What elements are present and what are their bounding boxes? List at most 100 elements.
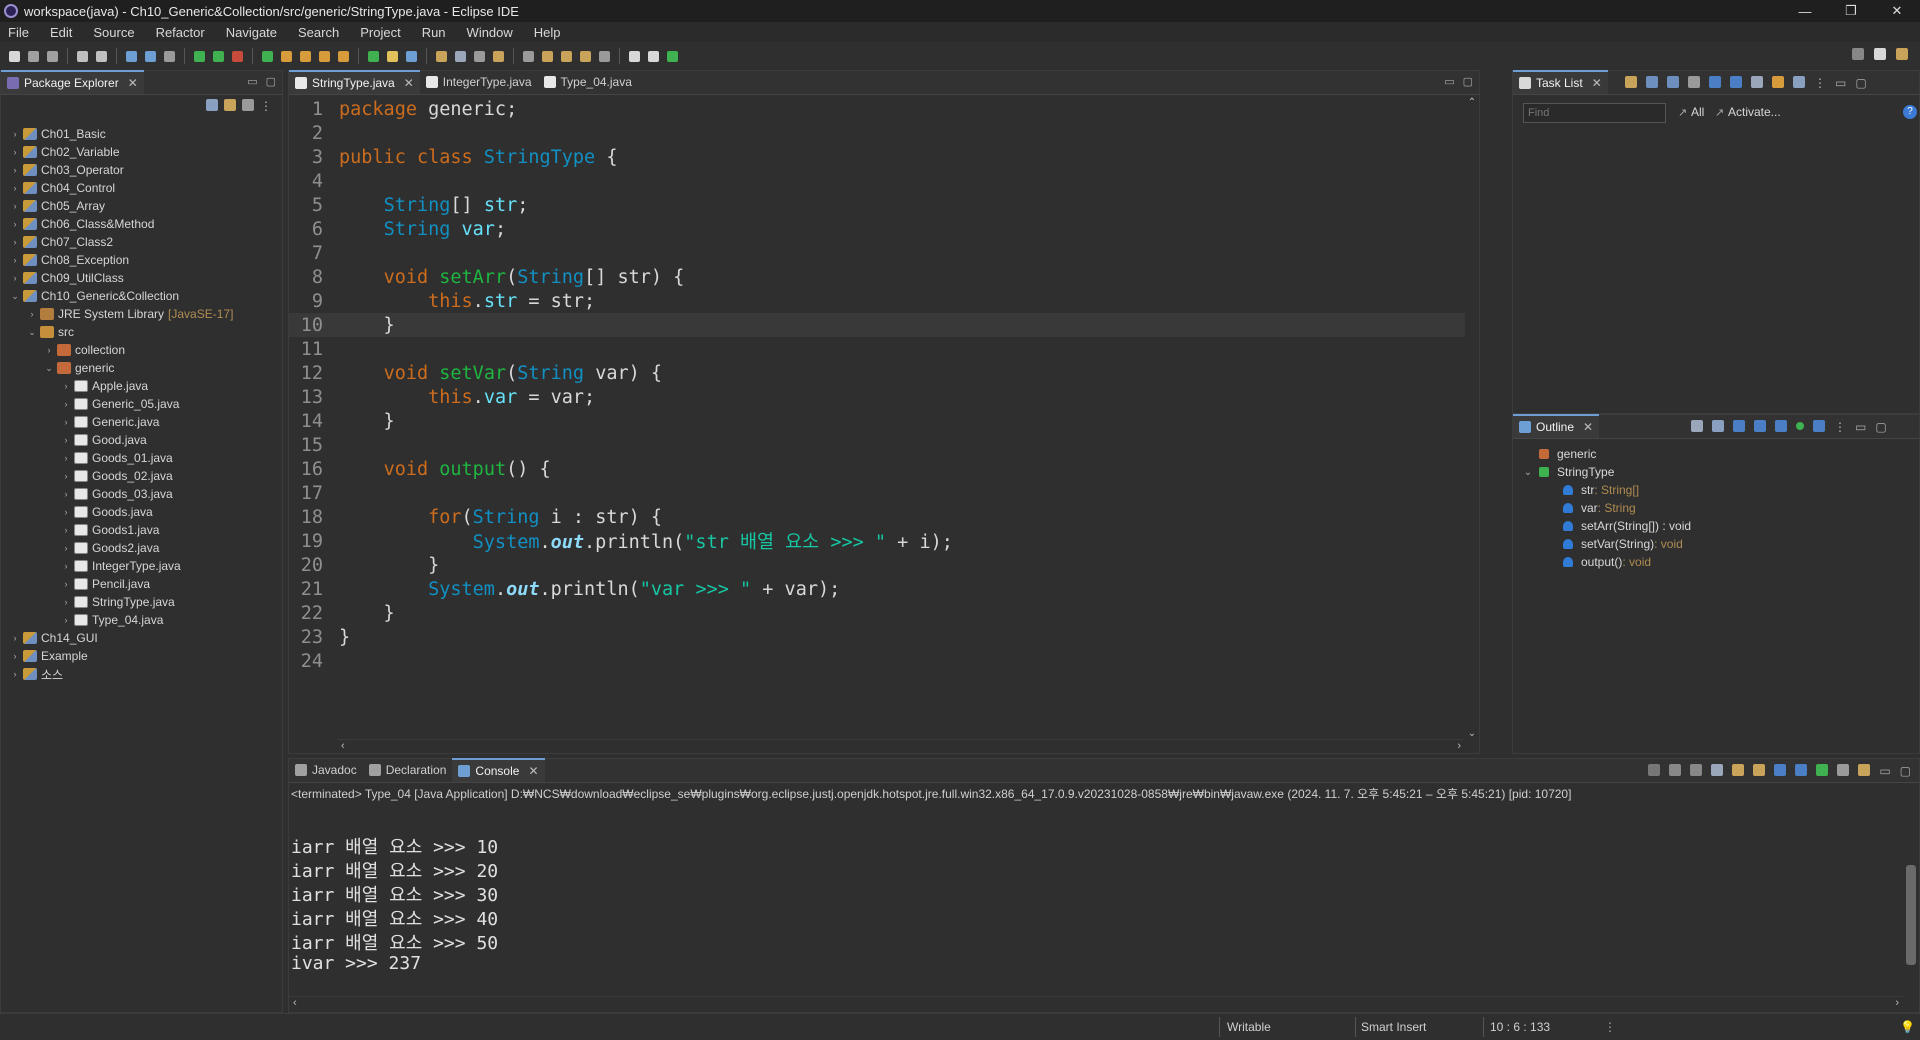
tab-stringtype-java[interactable]: StringType.java ✕ [289,70,420,94]
view-menu-icon[interactable]: ⋮ [260,99,272,113]
sort-icon[interactable] [1730,76,1742,88]
menu-navigate[interactable]: Navigate [226,25,277,40]
outline-item[interactable]: str : String[] [1513,481,1919,499]
chevron-right-icon[interactable]: › [9,129,21,139]
menu-refactor[interactable]: Refactor [156,25,205,40]
java-perspective-icon[interactable] [1896,48,1908,60]
view-menu-icon[interactable]: ⋮ [1834,420,1846,434]
chevron-right-icon[interactable]: › [60,615,72,625]
code-line[interactable]: 3 public class StringType { [289,145,1465,169]
tree-folder[interactable]: › collection [1,341,282,359]
vertical-scrollbar[interactable]: ⌃ ⌄ [1465,97,1479,739]
chevron-right-icon[interactable]: › [9,669,21,679]
collapse-all-icon[interactable] [1751,76,1763,88]
tree-project[interactable]: › Ch07_Class2 [1,233,282,251]
tree-project[interactable]: › Ch08_Exception [1,251,282,269]
open-type-icon[interactable] [316,48,333,65]
chevron-right-icon[interactable]: › [60,597,72,607]
scroll-up-icon[interactable]: ⌃ [1465,97,1479,108]
word-wrap-icon[interactable] [433,48,450,65]
run-dd-icon[interactable] [210,48,227,65]
tree-folder[interactable]: ⌄ src [1,323,282,341]
chevron-right-icon[interactable]: › [9,165,21,175]
hide-completed-icon[interactable] [1709,76,1721,88]
new-icon[interactable] [6,48,23,65]
horizontal-scrollbar[interactable]: ‹ › [337,739,1465,753]
external-tools-icon[interactable] [229,48,246,65]
link-with-editor-icon[interactable] [224,99,236,111]
open-console-icon[interactable] [1858,764,1871,776]
close-window-button[interactable]: ✕ [1874,0,1920,22]
focus-icon[interactable] [1691,420,1703,432]
code-line[interactable]: 13 this.var = var; [289,385,1465,409]
code-line[interactable]: 2 [289,121,1465,145]
remove-launch-icon[interactable] [1669,764,1682,776]
tree-file[interactable]: › Goods2.java [1,539,282,557]
chevron-right-icon[interactable]: › [9,633,21,643]
chevron-right-icon[interactable]: › [60,453,72,463]
code-line[interactable]: 17 [289,481,1465,505]
tree-file[interactable]: › Apple.java [1,377,282,395]
run-icon[interactable] [191,48,208,65]
chevron-right-icon[interactable]: › [9,273,21,283]
pin-editor-icon[interactable] [596,48,613,65]
chevron-right-icon[interactable]: › [26,309,38,319]
clear-console-icon[interactable] [1711,764,1724,776]
tree-project[interactable]: › Ch06_Class&Method [1,215,282,233]
maximize-icon[interactable]: ▢ [1463,75,1473,88]
new-task-icon[interactable] [1625,76,1637,88]
tree-file[interactable]: › StringType.java [1,593,282,611]
tree-file[interactable]: › IntegerType.java [1,557,282,575]
tab-declaration[interactable]: Declaration [363,758,453,782]
scroll-left-icon[interactable]: ‹ [341,740,345,752]
hide-local-types-icon[interactable] [1813,420,1825,432]
maximize-icon[interactable]: ▢ [1875,420,1886,434]
pin-console-icon[interactable] [1816,764,1829,776]
open-task-icon[interactable] [365,48,382,65]
chevron-right-icon[interactable]: › [60,507,72,517]
tree-folder[interactable]: ⌄ generic [1,359,282,377]
chevron-right-icon[interactable]: › [9,651,21,661]
chevron-right-icon[interactable]: › [9,255,21,265]
chevron-right-icon[interactable]: › [60,561,72,571]
tab-console[interactable]: Console ✕ [452,758,545,782]
chevron-right-icon[interactable]: › [60,381,72,391]
coverage-icon[interactable] [161,48,178,65]
categorized-icon[interactable] [1646,76,1658,88]
chevron-right-icon[interactable]: › [43,345,55,355]
close-icon[interactable]: ✕ [128,76,138,90]
tab-task-list[interactable]: Task List ✕ [1513,70,1608,94]
chevron-right-icon[interactable]: › [60,489,72,499]
tab-integertype-java[interactable]: IntegerType.java [420,70,538,94]
tree-project[interactable]: › Ch05_Array [1,197,282,215]
chevron-right-icon[interactable]: › [9,237,21,247]
tree-file[interactable]: › Generic.java [1,413,282,431]
chevron-right-icon[interactable]: › [9,201,21,211]
scroll-lock-icon[interactable] [1732,764,1745,776]
menu-source[interactable]: Source [93,25,134,40]
outline-item[interactable]: setArr(String[]) : void [1513,517,1919,535]
tree-file[interactable]: › Good.java [1,431,282,449]
hide-fields-icon[interactable] [1754,420,1766,432]
tree-file[interactable]: › Goods_03.java [1,485,282,503]
code-line[interactable]: 7 [289,241,1465,265]
help-icon[interactable]: ? [1903,105,1917,119]
code-line[interactable]: 15 [289,433,1465,457]
perspective-icon[interactable] [664,48,681,65]
close-icon[interactable]: ✕ [528,764,538,778]
collapse-all-icon[interactable] [1712,420,1724,432]
outline-item[interactable]: ⌄ StringType [1513,463,1919,481]
tree-project[interactable]: › 소스 [1,665,282,683]
tree-project[interactable]: › Ch14_GUI [1,629,282,647]
sort-icon[interactable] [1733,420,1745,432]
menu-file[interactable]: File [8,25,29,40]
outline-item[interactable]: setVar(String) : void [1513,535,1919,553]
chevron-down-icon[interactable]: ⌄ [1521,467,1535,478]
menu-help[interactable]: Help [534,25,561,40]
code-line[interactable]: 5 String[] str; [289,193,1465,217]
forward-icon[interactable] [577,48,594,65]
open-perspective-icon[interactable] [1874,48,1886,60]
tree-project[interactable]: ⌄ Ch10_Generic&Collection [1,287,282,305]
search-icon[interactable] [335,48,352,65]
tree-project[interactable]: › Example [1,647,282,665]
